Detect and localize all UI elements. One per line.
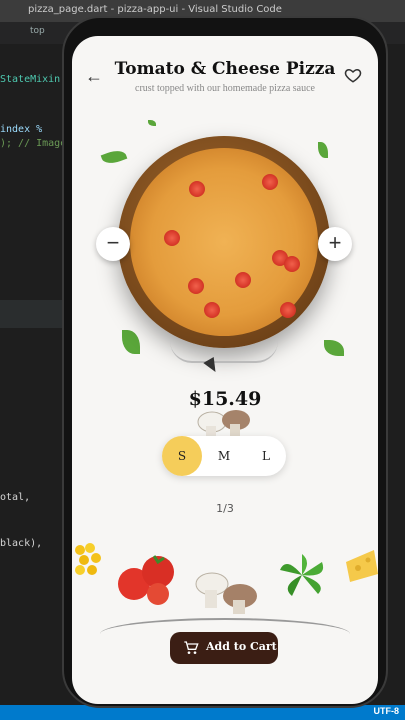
size-option-l[interactable]: L [246,436,286,476]
page-subtitle: crust topped with our homemade pizza sau… [135,83,315,94]
add-to-cart-label: Add to Cart [206,640,277,653]
code-line-1: StateMixin [0,74,61,85]
mushroom-ingredient[interactable] [190,566,262,618]
tomato-topping [284,256,300,272]
plus-icon: + [328,230,342,255]
ide-current-line-highlight [0,300,65,328]
carousel-arc [170,341,278,363]
code-line-4: otal, [0,492,31,503]
tomato-topping [280,302,296,318]
corn-ingredient[interactable] [72,540,108,580]
tomato-topping [262,174,278,190]
tomato-topping [188,278,204,294]
size-option-m[interactable]: M [204,436,244,476]
tomato-topping [204,302,220,318]
encoding-indicator[interactable]: UTF-8 [374,706,400,716]
basil-leaf-decoration [148,120,156,126]
increase-button[interactable]: + [318,227,352,261]
basil-leaf-decoration [324,340,344,356]
ide-window-title: pizza_page.dart - pizza-app-ui - Visual … [28,4,282,15]
heart-outline-icon [344,68,362,83]
page-indicator: 1/3 [216,502,234,515]
page-title: Tomato & Cheese Pizza [114,59,336,79]
code-line-3: ); // Image [0,138,67,149]
basil-leaf-decoration [318,142,328,158]
app-screen: ← Tomato & Cheese Pizza crust topped wit… [72,36,378,704]
ide-tab[interactable]: top [30,26,45,36]
decrease-button[interactable]: − [96,227,130,261]
tomato-topping [164,230,180,246]
favorite-button[interactable] [344,66,364,86]
tomato-ingredient[interactable] [114,550,180,606]
basil-leaf-decoration [100,147,128,167]
tomato-topping [189,181,205,197]
code-line-5: black), [0,538,43,549]
size-selector: S M L [162,436,286,476]
basil-leaf-decoration [122,330,140,354]
cart-icon [184,641,199,654]
code-line-2: index % [0,124,43,135]
minus-icon: − [106,230,120,255]
add-to-cart-button[interactable]: Add to Cart [170,632,278,664]
cheese-ingredient[interactable] [344,544,378,584]
size-option-s[interactable]: S [162,436,202,476]
basil-ingredient[interactable] [272,550,332,600]
tomato-topping [235,272,251,288]
